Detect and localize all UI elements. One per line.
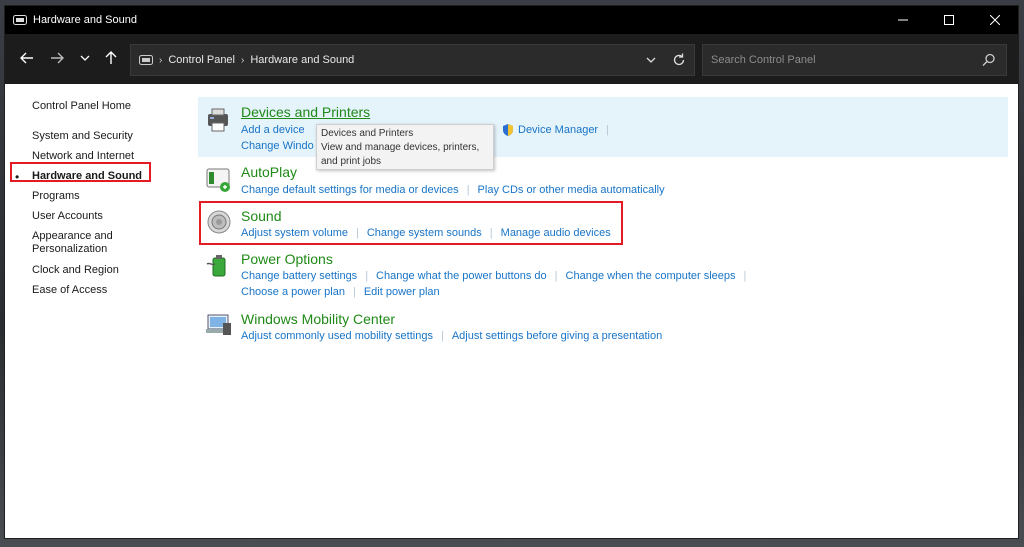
highlight-box <box>10 162 151 182</box>
category-devices-printers-title[interactable]: Devices and Printers <box>241 104 370 120</box>
link-separator: | <box>440 330 444 342</box>
tooltip-title: Devices and Printers <box>321 128 414 139</box>
category-autoplay-title[interactable]: AutoPlay <box>241 164 297 180</box>
link-change-power-buttons[interactable]: Change what the power buttons do <box>376 270 547 282</box>
category-mobility-center-title[interactable]: Windows Mobility Center <box>241 311 395 327</box>
control-panel-icon <box>13 15 27 25</box>
tooltip-devices-printers: Devices and Printers View and manage dev… <box>316 124 494 170</box>
chevron-right-icon: › <box>159 54 163 66</box>
chevron-right-icon: › <box>241 54 245 66</box>
link-add-device[interactable]: Add a device <box>241 124 305 136</box>
address-bar[interactable]: › Control Panel › Hardware and Sound <box>130 44 695 76</box>
minimize-button[interactable] <box>880 6 926 34</box>
search-field[interactable]: Search Control Panel <box>702 44 1007 76</box>
mobility-center-icon <box>206 314 231 335</box>
close-button[interactable] <box>972 6 1018 34</box>
search-placeholder: Search Control Panel <box>711 54 816 66</box>
maximize-button[interactable] <box>926 6 972 34</box>
power-options-icon <box>206 255 226 277</box>
navigation-bar: › Control Panel › Hardware and Sound Sea… <box>5 34 1018 84</box>
maximize-icon <box>944 15 954 25</box>
sidebar-item-control-panel-home[interactable]: Control Panel Home <box>32 100 131 113</box>
tooltip-body: View and manage devices, printers, and p… <box>321 142 480 167</box>
power-links-row2: Choose a power plan | Edit power plan <box>241 286 440 298</box>
link-device-manager[interactable]: Device Manager | <box>501 123 609 137</box>
power-links-row1: Change battery settings | Change what the … <box>241 270 754 282</box>
printer-icon <box>208 108 228 132</box>
refresh-icon[interactable] <box>672 52 686 68</box>
link-adjust-mobility-settings[interactable]: Adjust commonly used mobility settings <box>241 330 433 342</box>
content-area: Control Panel Home System and Security N… <box>5 84 1018 538</box>
link-separator: | <box>743 270 747 282</box>
control-panel-icon <box>139 55 153 65</box>
sidebar-item-clock-region[interactable]: Clock and Region <box>32 264 119 277</box>
sidebar-item-user-accounts[interactable]: User Accounts <box>32 210 103 223</box>
search-icon[interactable] <box>982 53 996 67</box>
chevron-down-icon <box>80 55 90 61</box>
back-button[interactable] <box>17 48 37 68</box>
sidebar-item-system-security[interactable]: System and Security <box>32 130 133 143</box>
chevron-down-icon[interactable] <box>646 53 656 67</box>
link-separator: | <box>606 124 609 136</box>
breadcrumb-control-panel[interactable]: Control Panel <box>168 54 235 66</box>
forward-button[interactable] <box>47 48 67 68</box>
breadcrumb-hardware-and-sound[interactable]: Hardware and Sound <box>250 54 354 66</box>
link-separator: | <box>554 270 558 282</box>
highlight-box <box>199 201 623 245</box>
control-panel-window: Hardware and Sound › Control Panel › Har… <box>4 5 1019 539</box>
link-edit-power-plan[interactable]: Edit power plan <box>364 286 440 298</box>
sidebar-item-ease-of-access[interactable]: Ease of Access <box>32 284 107 297</box>
arrow-right-icon <box>51 52 64 64</box>
shield-icon <box>503 124 513 136</box>
link-separator: | <box>352 286 356 298</box>
minimize-icon <box>898 19 908 21</box>
link-adjust-presentation-settings[interactable]: Adjust settings before giving a presenta… <box>452 330 662 342</box>
link-change-battery-settings[interactable]: Change battery settings <box>241 270 357 282</box>
link-change-default-settings[interactable]: Change default settings for media or dev… <box>241 184 459 196</box>
mobility-links: Adjust commonly used mobility settings | A… <box>241 330 662 342</box>
window-title: Hardware and Sound <box>33 14 137 26</box>
link-separator: | <box>466 184 470 196</box>
arrow-left-icon <box>20 52 33 64</box>
link-play-cds[interactable]: Play CDs or other media automatically <box>478 184 665 196</box>
device-manager-label: Device Manager <box>518 124 599 136</box>
link-separator: | <box>365 270 369 282</box>
sidebar-item-appearance[interactable]: Appearance and Personalization <box>32 230 127 256</box>
arrow-up-icon <box>105 51 117 64</box>
recent-locations-button[interactable] <box>75 48 95 68</box>
link-change-windows-partial[interactable]: Change Windo <box>241 140 314 152</box>
autoplay-links: Change default settings for media or dev… <box>241 184 665 196</box>
category-power-options-title[interactable]: Power Options <box>241 251 333 267</box>
sidebar-item-programs[interactable]: Programs <box>32 190 80 203</box>
link-change-sleep[interactable]: Change when the computer sleeps <box>566 270 736 282</box>
link-choose-power-plan[interactable]: Choose a power plan <box>241 286 345 298</box>
close-icon <box>990 15 1000 25</box>
autoplay-icon <box>206 168 230 192</box>
up-button[interactable] <box>101 48 121 68</box>
title-bar: Hardware and Sound <box>5 6 1018 34</box>
